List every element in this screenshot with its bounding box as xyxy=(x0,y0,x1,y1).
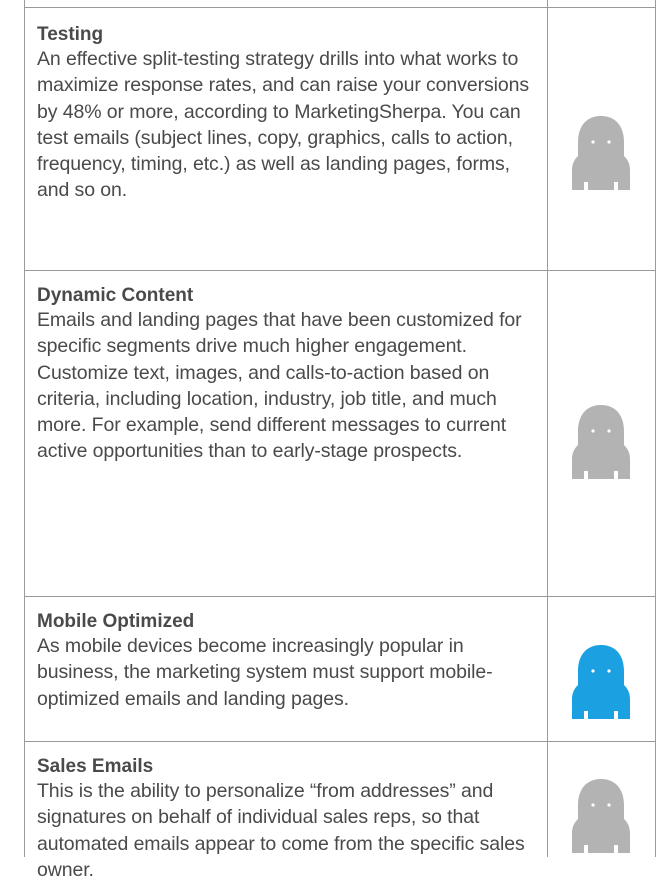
table-row: Sales Emails This is the ability to pers… xyxy=(37,756,537,883)
row-description: As mobile devices become increasingly po… xyxy=(37,635,493,710)
robot-icon xyxy=(566,775,636,855)
row-divider xyxy=(24,741,656,742)
table-border-right xyxy=(655,0,656,857)
row-divider xyxy=(24,270,656,271)
table-row: Testing An effective split-testing strat… xyxy=(37,24,537,204)
row-divider xyxy=(24,7,656,8)
row-title: Mobile Optimized xyxy=(37,611,195,632)
table-border-left xyxy=(24,0,25,857)
row-title: Testing xyxy=(37,24,104,45)
table-row: Mobile Optimized As mobile devices becom… xyxy=(37,611,537,712)
robot-icon xyxy=(566,112,636,192)
row-description: Emails and landing pages that have been … xyxy=(37,309,522,463)
table-column-divider xyxy=(547,0,548,857)
row-title: Dynamic Content xyxy=(37,285,194,306)
robot-icon xyxy=(566,401,636,481)
row-title: Sales Emails xyxy=(37,756,154,777)
table-row: Dynamic Content Emails and landing pages… xyxy=(37,285,537,465)
row-divider xyxy=(24,596,656,597)
row-description: An effective split-testing strategy dril… xyxy=(37,48,529,202)
robot-icon-active xyxy=(566,641,636,721)
row-description: This is the ability to personalize “from… xyxy=(37,780,525,881)
